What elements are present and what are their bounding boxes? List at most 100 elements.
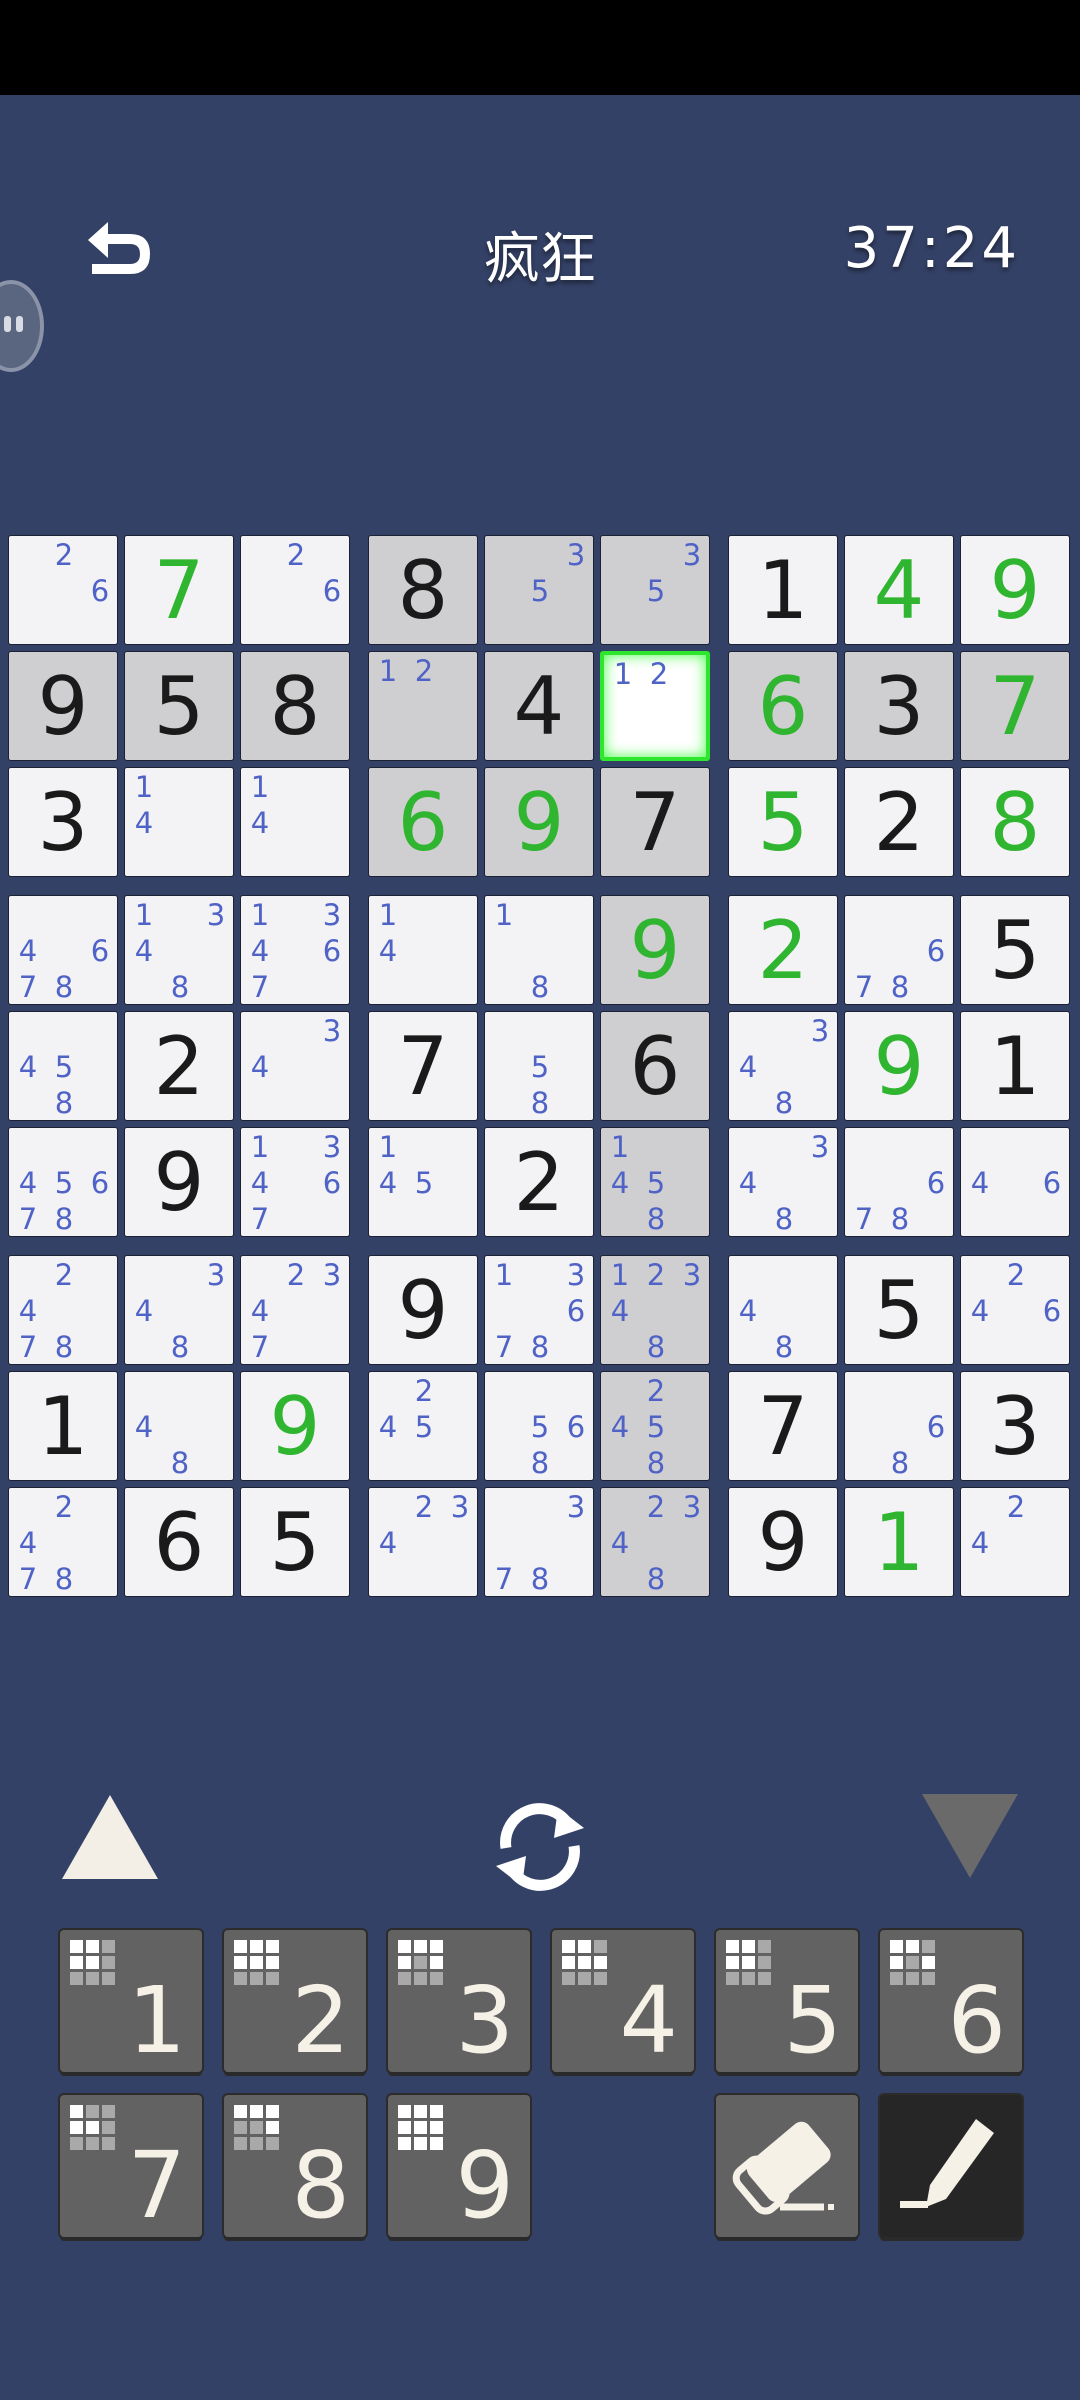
- sudoku-cell[interactable]: 23 4: [368, 1487, 478, 1597]
- sudoku-cell[interactable]: 5: [240, 1487, 350, 1597]
- sudoku-cell[interactable]: 6: [124, 1487, 234, 1597]
- sudoku-cell[interactable]: 24 6: [960, 1255, 1070, 1365]
- sudoku-cell[interactable]: 3: [8, 767, 118, 877]
- sudoku-cell[interactable]: 9: [240, 1371, 350, 1481]
- sudoku-cell[interactable]: 1 36 78: [484, 1255, 594, 1365]
- sudoku-cell[interactable]: 245: [368, 1371, 478, 1481]
- number-key-2[interactable]: 2: [224, 1930, 366, 2074]
- sudoku-cell[interactable]: 1: [960, 1011, 1070, 1121]
- sudoku-cell[interactable]: 3 48: [728, 1011, 838, 1121]
- game-timer: 37:24: [843, 216, 1020, 281]
- sudoku-cell[interactable]: 14: [368, 895, 478, 1005]
- sudoku-cell[interactable]: 145: [368, 1127, 478, 1237]
- sudoku-cell[interactable]: 8: [960, 767, 1070, 877]
- sudoku-cell[interactable]: 34: [240, 1011, 350, 1121]
- sudoku-cell[interactable]: 48: [124, 1371, 234, 1481]
- number-key-9[interactable]: 9: [388, 2095, 530, 2239]
- sudoku-cell[interactable]: 1 3 48: [124, 895, 234, 1005]
- sudoku-cell[interactable]: 1 3 4 6 7: [240, 1127, 350, 1237]
- sudoku-cell[interactable]: 12: [600, 651, 710, 761]
- arrow-down-button[interactable]: [922, 1794, 1018, 1878]
- sudoku-cell[interactable]: 6 78: [844, 895, 954, 1005]
- sudoku-cell[interactable]: 35: [600, 535, 710, 645]
- sudoku-cell[interactable]: 2458: [600, 1371, 710, 1481]
- eraser-button[interactable]: [716, 2095, 858, 2237]
- sudoku-cell[interactable]: 9: [124, 1127, 234, 1237]
- sudoku-cell[interactable]: 458: [8, 1011, 118, 1121]
- pencil-note: 8: [774, 1330, 794, 1364]
- sudoku-cell[interactable]: 26: [240, 535, 350, 645]
- sudoku-cell[interactable]: 6: [728, 651, 838, 761]
- sudoku-cell[interactable]: 3 78: [484, 1487, 594, 1597]
- sudoku-cell[interactable]: 23 48: [600, 1487, 710, 1597]
- pencil-note: 2: [649, 657, 669, 691]
- sudoku-cell[interactable]: 1 3 4 6 7: [240, 895, 350, 1005]
- sudoku-cell[interactable]: 9: [960, 535, 1070, 645]
- sudoku-cell[interactable]: 7: [960, 651, 1070, 761]
- sudoku-cell[interactable]: 23 47: [240, 1255, 350, 1365]
- pencil-note: 5: [646, 574, 666, 608]
- sudoku-cell[interactable]: 2478: [8, 1255, 118, 1365]
- sudoku-cell[interactable]: 9: [8, 651, 118, 761]
- sudoku-cell[interactable]: 3 48: [124, 1255, 234, 1365]
- number-key-4[interactable]: 4: [552, 1930, 694, 2074]
- sudoku-cell[interactable]: 1: [728, 535, 838, 645]
- sudoku-cell[interactable]: 9: [844, 1011, 954, 1121]
- sudoku-cell[interactable]: 1: [844, 1487, 954, 1597]
- sudoku-cell[interactable]: 7: [728, 1371, 838, 1481]
- sudoku-cell[interactable]: 5: [960, 895, 1070, 1005]
- sudoku-cell[interactable]: 2: [844, 767, 954, 877]
- sudoku-cell[interactable]: 2478: [8, 1487, 118, 1597]
- sudoku-cell[interactable]: 9: [728, 1487, 838, 1597]
- sudoku-cell[interactable]: 7: [600, 767, 710, 877]
- arrow-up-button[interactable]: [62, 1795, 158, 1879]
- sudoku-cell[interactable]: 6: [368, 767, 478, 877]
- sudoku-cell[interactable]: 123 48: [600, 1255, 710, 1365]
- sudoku-cell[interactable]: 48: [728, 1255, 838, 1365]
- sudoku-cell[interactable]: 12: [368, 651, 478, 761]
- sudoku-cell[interactable]: 9: [600, 895, 710, 1005]
- sudoku-cell[interactable]: 9: [484, 767, 594, 877]
- sudoku-cell[interactable]: 3 48: [728, 1127, 838, 1237]
- sudoku-cell[interactable]: 456 78: [8, 1127, 118, 1237]
- refresh-icon[interactable]: [484, 1790, 596, 1902]
- sudoku-cell[interactable]: 4: [844, 535, 954, 645]
- sudoku-cell[interactable]: 5: [844, 1255, 954, 1365]
- number-key-5[interactable]: 5: [716, 1930, 858, 2074]
- sudoku-cell[interactable]: 8: [240, 651, 350, 761]
- sudoku-cell[interactable]: 14: [240, 767, 350, 877]
- number-key-7[interactable]: 7: [60, 2095, 202, 2239]
- sudoku-cell[interactable]: 2: [484, 1127, 594, 1237]
- sudoku-cell[interactable]: 568: [484, 1371, 594, 1481]
- sudoku-cell[interactable]: 2: [728, 895, 838, 1005]
- sudoku-cell[interactable]: 6: [600, 1011, 710, 1121]
- sudoku-cell[interactable]: 35: [484, 535, 594, 645]
- sudoku-cell[interactable]: 4: [484, 651, 594, 761]
- sudoku-cell[interactable]: 26: [8, 535, 118, 645]
- sudoku-cell[interactable]: 5: [124, 651, 234, 761]
- sudoku-cell[interactable]: 3: [960, 1371, 1070, 1481]
- sudoku-cell[interactable]: 5: [728, 767, 838, 877]
- number-key-6[interactable]: 6: [880, 1930, 1022, 2074]
- sudoku-cell[interactable]: 7: [368, 1011, 478, 1121]
- sudoku-cell[interactable]: 1: [8, 1371, 118, 1481]
- number-key-1[interactable]: 1: [60, 1930, 202, 2074]
- sudoku-cell[interactable]: 6 78: [844, 1127, 954, 1237]
- sudoku-cell[interactable]: 1458: [600, 1127, 710, 1237]
- sudoku-cell[interactable]: 2: [124, 1011, 234, 1121]
- sudoku-cell[interactable]: 9: [368, 1255, 478, 1365]
- pencil-note: 1: [250, 770, 270, 804]
- sudoku-cell[interactable]: 58: [484, 1011, 594, 1121]
- sudoku-cell[interactable]: 46: [960, 1127, 1070, 1237]
- sudoku-cell[interactable]: 4 6 78: [8, 895, 118, 1005]
- sudoku-cell[interactable]: 3: [844, 651, 954, 761]
- sudoku-cell[interactable]: 24: [960, 1487, 1070, 1597]
- sudoku-cell[interactable]: 68: [844, 1371, 954, 1481]
- number-key-3[interactable]: 3: [388, 1930, 530, 2074]
- sudoku-cell[interactable]: 8: [368, 535, 478, 645]
- pencil-notes-button[interactable]: [880, 2095, 1022, 2237]
- sudoku-cell[interactable]: 14: [124, 767, 234, 877]
- number-key-8[interactable]: 8: [224, 2095, 366, 2239]
- sudoku-cell[interactable]: 18: [484, 895, 594, 1005]
- sudoku-cell[interactable]: 7: [124, 535, 234, 645]
